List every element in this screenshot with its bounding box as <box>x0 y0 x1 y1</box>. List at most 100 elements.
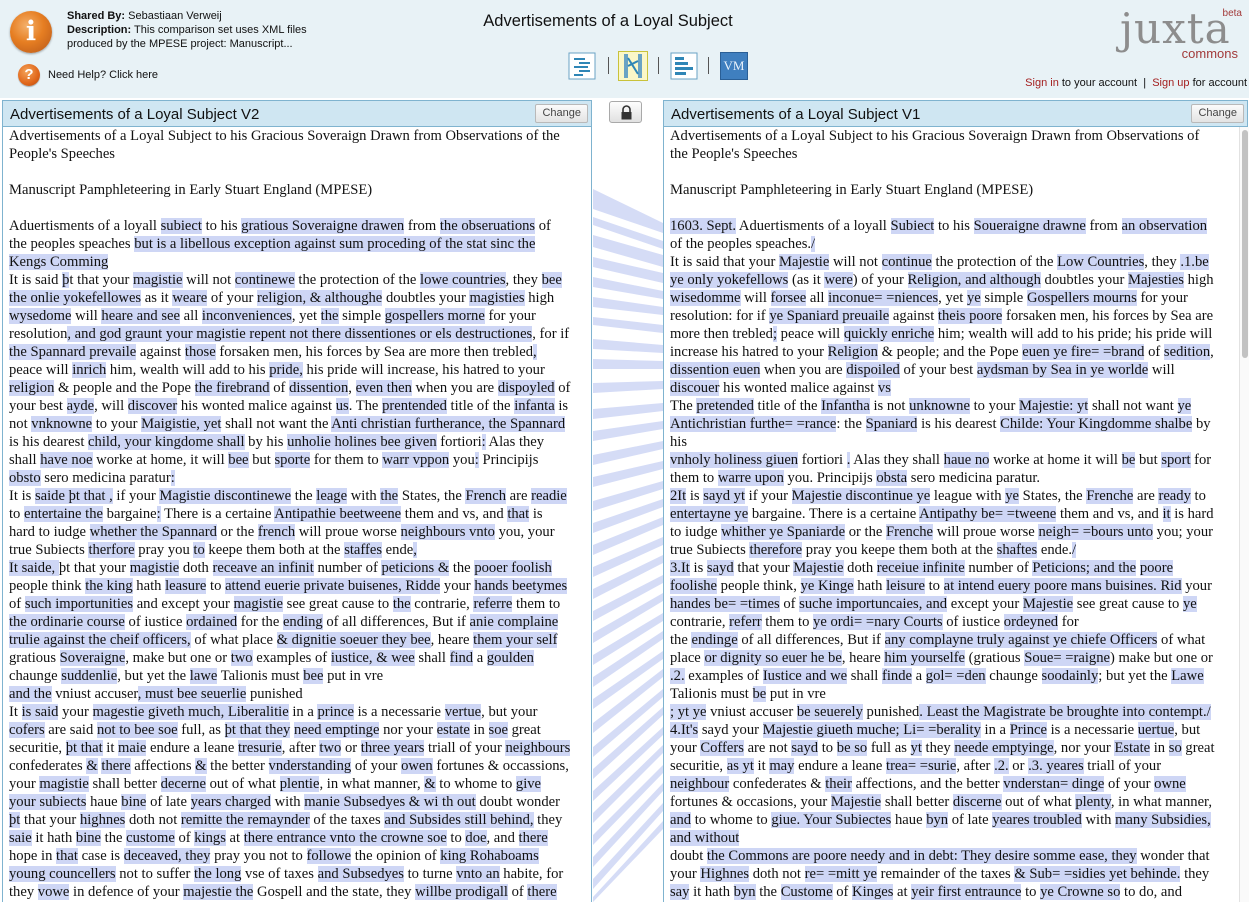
variant-highlight[interactable]: ye only yokefellows <box>670 272 789 288</box>
variant-highlight[interactable]: French <box>465 488 506 504</box>
variant-highlight[interactable]: discover <box>127 398 178 414</box>
variant-highlight[interactable]: foolishe <box>670 578 718 594</box>
variant-highlight[interactable]: bine <box>121 794 147 810</box>
sign-in-link[interactable]: Sign in <box>1025 77 1059 89</box>
variant-highlight[interactable]: manie Subsedyes & wi th out <box>304 794 476 810</box>
variant-highlight[interactable]: be seuerely <box>796 704 863 720</box>
variant-highlight[interactable]: three years <box>360 740 425 756</box>
variant-highlight[interactable]: give <box>515 776 542 792</box>
variant-highlight[interactable]: Highnes <box>700 866 750 882</box>
variant-highlight[interactable]: readie <box>531 488 567 504</box>
variant-highlight[interactable]: bee <box>228 452 249 468</box>
variant-highlight[interactable]: pooer foolish <box>474 560 552 576</box>
variant-highlight[interactable]: Coffers <box>700 740 744 756</box>
variant-highlight[interactable]: endinge <box>691 632 738 648</box>
variant-highlight[interactable]: neighbours <box>505 740 571 756</box>
variant-highlight[interactable]: cofers <box>9 722 45 738</box>
variant-highlight[interactable]: gratious Soveraigne drawen <box>241 218 405 234</box>
variant-highlight[interactable]: receave an infinit <box>212 560 314 576</box>
variant-highlight[interactable]: infanta <box>514 398 555 414</box>
variant-highlight[interactable]: find <box>449 650 474 666</box>
variant-highlight[interactable]: be <box>752 686 767 702</box>
variant-highlight[interactable]: magistie <box>129 560 180 576</box>
variant-highlight[interactable]: yt <box>910 740 922 756</box>
variant-highlight[interactable]: your subiects <box>9 794 87 810</box>
variant-highlight[interactable]: the obseruations <box>439 218 536 234</box>
variant-highlight[interactable]: at intend euery poore mans buisines. Rid <box>943 578 1182 594</box>
left-change-button[interactable]: Change <box>535 104 588 123</box>
variant-highlight[interactable]: vnto an <box>456 866 500 882</box>
variant-highlight[interactable]: continue <box>881 254 932 270</box>
variant-highlight[interactable]: or dignity so euer he be <box>704 650 842 666</box>
variant-highlight[interactable]: soodainly <box>1041 668 1099 684</box>
variant-highlight[interactable]: obsto <box>9 470 41 486</box>
variant-highlight[interactable]: , <box>533 344 537 360</box>
variant-highlight[interactable]: wysedome <box>9 308 72 324</box>
variant-highlight[interactable]: that <box>56 848 78 864</box>
variant-highlight[interactable]: Peticions; and the <box>1032 560 1137 576</box>
variant-highlight[interactable]: is said <box>21 704 59 720</box>
variant-highlight[interactable]: unholie holines bee given <box>287 434 437 450</box>
scroll-lock-button[interactable] <box>609 101 642 123</box>
variant-highlight[interactable]: Religion, and although <box>907 272 1041 288</box>
variant-highlight[interactable]: , <box>413 542 417 558</box>
variant-highlight[interactable]: Iustice and we <box>762 668 848 684</box>
variant-highlight[interactable]: discerne <box>952 794 1002 810</box>
variant-highlight[interactable]: goulden <box>486 650 534 666</box>
variant-highlight[interactable]: unknowne <box>909 398 970 414</box>
variant-highlight[interactable]: sport <box>1161 452 1191 468</box>
variant-highlight[interactable]: anie complaine <box>469 614 559 630</box>
variant-highlight[interactable]: deceaved, they <box>123 848 211 864</box>
variant-highlight[interactable]: ending <box>282 614 323 630</box>
variant-highlight[interactable]: the <box>320 308 339 324</box>
variant-highlight[interactable]: the <box>392 596 411 612</box>
variant-highlight[interactable]: religion <box>9 380 55 396</box>
variant-highlight[interactable]: ye Spaniard preuaile <box>769 308 890 324</box>
variant-highlight[interactable]: Soue= =raigne <box>1024 650 1110 666</box>
right-change-button[interactable]: Change <box>1191 104 1244 123</box>
variant-highlight[interactable]: ye Kinge <box>800 578 854 594</box>
variant-highlight[interactable]: ordained <box>186 614 238 630</box>
variant-highlight[interactable]: byn <box>926 812 949 828</box>
variant-highlight[interactable]: ye <box>966 290 981 306</box>
variant-highlight[interactable]: .2. <box>994 758 1009 774</box>
variant-highlight[interactable]: vertue <box>444 704 482 720</box>
variant-highlight[interactable]: them your self <box>473 632 558 648</box>
variant-highlight[interactable]: , and god graunt your magistie repent no… <box>67 326 533 342</box>
variant-highlight[interactable]: but is a libellous exception against sum… <box>134 236 536 252</box>
variant-highlight[interactable]: and without <box>670 830 740 846</box>
variant-highlight[interactable]: .2. <box>670 668 685 684</box>
variant-highlight[interactable]: were <box>824 272 853 288</box>
variant-highlight[interactable]: kings <box>194 830 226 846</box>
variant-highlight[interactable]: whither ye Spaniarde <box>721 524 846 540</box>
variant-highlight[interactable]: gospellers morne <box>384 308 485 324</box>
variant-highlight[interactable]: uertue <box>1137 722 1175 738</box>
variant-highlight[interactable]: there entrance vnto the crowne soe <box>243 830 447 846</box>
variant-highlight[interactable]: Frenche <box>1086 488 1134 504</box>
variant-highlight[interactable]: dissention euen <box>670 362 761 378</box>
variant-highlight[interactable]: estate <box>436 722 470 738</box>
variant-highlight[interactable]: Maigistie, yet <box>141 416 222 432</box>
variant-highlight[interactable]: an observation <box>1121 218 1208 234</box>
variant-highlight[interactable]: vnderstanding <box>268 758 352 774</box>
variant-highlight[interactable]: therfore <box>88 542 135 558</box>
variant-highlight[interactable]: 1603. Sept. <box>670 218 737 234</box>
variant-highlight[interactable]: lowe countries <box>420 272 506 288</box>
variant-highlight[interactable]: inconveniences <box>201 308 292 324</box>
right-scrollbar[interactable] <box>1239 127 1249 902</box>
variant-highlight[interactable]: as yt <box>726 758 754 774</box>
variant-highlight[interactable]: .1.be <box>1180 254 1209 270</box>
variant-highlight[interactable]: Anti christian furtherance, the Spannard <box>331 416 566 432</box>
variant-highlight[interactable]: byn <box>733 884 756 900</box>
variant-highlight[interactable]: have noe <box>40 452 93 468</box>
variant-highlight[interactable]: Antichristian furthe= =rance <box>670 416 837 432</box>
variant-highlight[interactable]: Majestie <box>830 794 882 810</box>
variant-highlight[interactable]: poore <box>1139 560 1174 576</box>
variant-highlight[interactable]: and the <box>9 686 52 702</box>
right-witness-text[interactable]: Advertisements of a Loyal Subject to his… <box>663 127 1239 902</box>
variant-highlight[interactable]: so <box>1168 740 1182 756</box>
variant-highlight[interactable]: vs <box>877 380 891 396</box>
variant-highlight[interactable]: whether the Spannard <box>89 524 217 540</box>
variant-highlight[interactable]: .3. yeares <box>1028 758 1084 774</box>
variant-highlight[interactable]: leasure <box>165 578 207 594</box>
